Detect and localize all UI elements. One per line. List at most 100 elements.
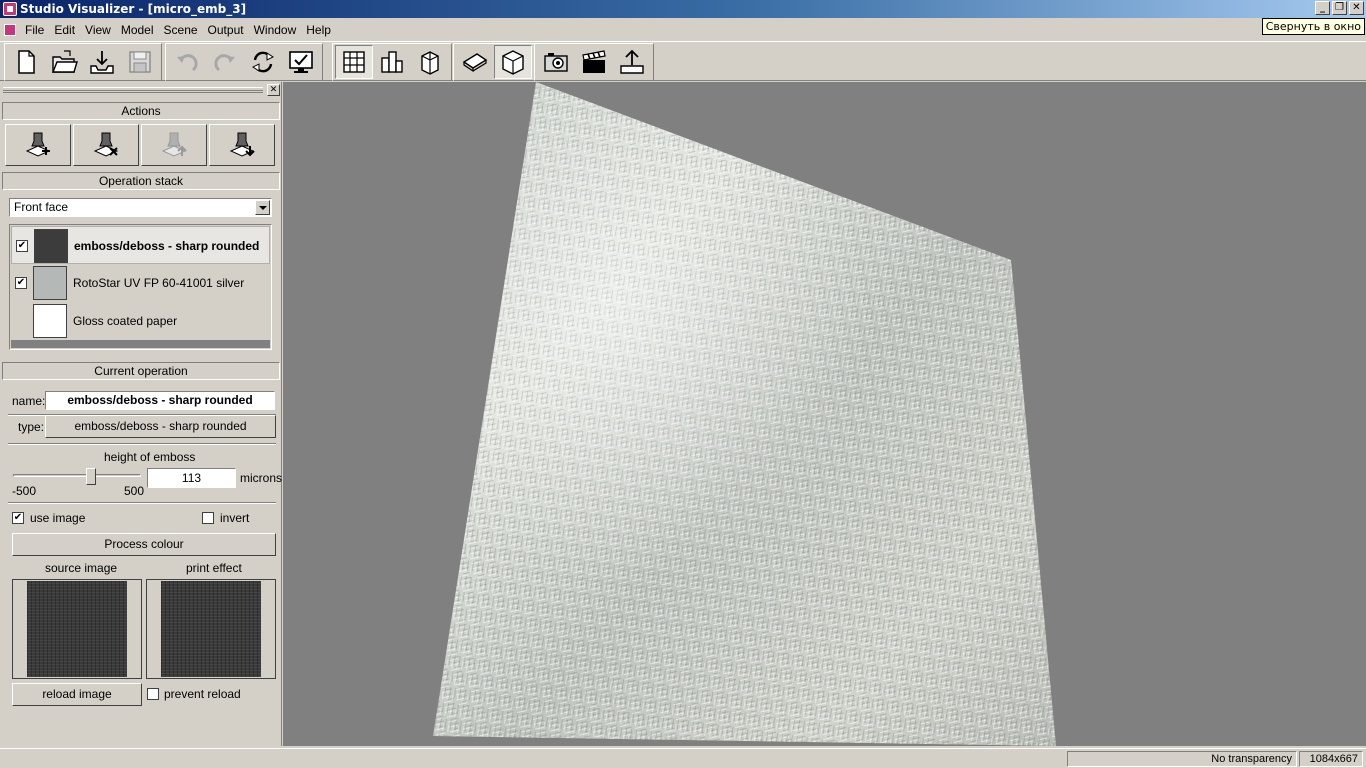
menu-edit[interactable]: Edit — [49, 23, 80, 37]
import-button[interactable] — [83, 45, 121, 79]
name-label: name: — [12, 394, 46, 408]
stack-item-paper[interactable]: Gloss coated paper — [11, 302, 270, 340]
close-button[interactable]: ✕ — [1349, 1, 1364, 15]
new-file-button[interactable] — [7, 45, 45, 79]
menu-scene[interactable]: Scene — [159, 23, 203, 37]
prevent-reload-checkbox[interactable] — [147, 688, 159, 700]
menu-file[interactable]: File — [20, 23, 49, 37]
file-toolbar-group — [4, 43, 162, 81]
operation-stack-header: Operation stack — [2, 172, 280, 190]
height-slider-track[interactable] — [13, 474, 141, 477]
3d-viewport[interactable] — [283, 82, 1366, 746]
import-icon — [90, 51, 114, 74]
use-image-checkbox[interactable]: ✔ — [12, 512, 24, 524]
camera-button[interactable] — [537, 45, 575, 79]
add-operation-button[interactable] — [5, 124, 71, 166]
print-effect-label: print effect — [186, 561, 242, 575]
stack-item-checkbox[interactable]: ✔ — [16, 240, 28, 252]
title-bar[interactable]: Studio Visualizer - [micro_emb_3] _ ❐ ✕ — [0, 0, 1366, 18]
grid-view-icon — [343, 51, 365, 73]
export-button[interactable] — [613, 45, 651, 79]
name-field[interactable]: emboss/deboss - sharp rounded — [45, 391, 275, 410]
menu-model[interactable]: Model — [116, 23, 159, 37]
slider-max-label: 500 — [124, 484, 145, 498]
flat-box-icon — [462, 53, 488, 73]
invert-checkbox[interactable] — [202, 512, 214, 524]
prevent-reload-label: prevent reload — [164, 687, 241, 701]
new-file-icon — [18, 50, 35, 74]
box-view-icon — [421, 51, 439, 75]
tooltip: Свернуть в окно — [1261, 18, 1365, 35]
minimize-button[interactable]: _ — [1315, 1, 1330, 15]
bar-view-button[interactable] — [373, 45, 411, 79]
current-operation-header: Current operation — [2, 362, 280, 380]
view-toolbar-group — [332, 43, 452, 81]
move-down-operation-button[interactable] — [209, 124, 275, 166]
stack-list-footer — [11, 340, 270, 348]
menu-view[interactable]: View — [80, 23, 116, 37]
undo-icon — [177, 54, 198, 72]
stack-item-emboss[interactable]: ✔ emboss/deboss - sharp rounded — [11, 226, 270, 264]
remove-operation-icon — [93, 132, 119, 157]
save-button[interactable] — [121, 45, 159, 79]
divider — [8, 443, 276, 445]
output-toolbar-group — [534, 43, 654, 81]
stack-item-thumbnail — [33, 266, 67, 300]
redo-button[interactable] — [206, 45, 244, 79]
slider-min-label: -500 — [12, 484, 37, 498]
face-select-value: Front face — [14, 200, 69, 214]
height-slider-thumb[interactable] — [86, 468, 97, 485]
face-select[interactable]: Front face — [9, 198, 272, 217]
chevron-down-icon[interactable] — [255, 200, 270, 215]
remove-operation-button[interactable] — [73, 124, 139, 166]
stack-item-rotostar[interactable]: ✔ RotoStar UV FP 60-41001 silver — [11, 264, 270, 302]
process-colour-button[interactable]: Process colour — [12, 533, 276, 556]
save-icon — [129, 51, 151, 73]
display-button[interactable] — [282, 45, 320, 79]
undo-button[interactable] — [168, 45, 206, 79]
menu-bar: File Edit View Model Scene Output Window… — [0, 19, 1366, 40]
type-label: type: — [18, 420, 45, 434]
cube-button[interactable] — [494, 45, 532, 79]
display-icon — [289, 51, 313, 73]
move-up-operation-button[interactable] — [141, 124, 207, 166]
clapper-icon — [582, 50, 606, 73]
toolbar — [0, 41, 1366, 81]
embossed-sheet-render — [433, 82, 1056, 746]
divider — [8, 502, 276, 504]
height-value-field[interactable]: 113 — [147, 468, 236, 488]
grid-view-button[interactable] — [335, 45, 373, 79]
export-icon — [620, 49, 644, 74]
reload-image-button[interactable]: reload image — [12, 683, 142, 706]
invert-label: invert — [220, 511, 250, 525]
stack-item-label: RotoStar UV FP 60-41001 silver — [73, 276, 245, 290]
menu-help[interactable]: Help — [301, 23, 336, 37]
actions-header: Actions — [2, 102, 280, 120]
stack-item-checkbox[interactable]: ✔ — [15, 277, 27, 289]
panel-close-button[interactable]: ✕ — [267, 84, 280, 96]
menu-output[interactable]: Output — [203, 23, 249, 37]
box-view-button[interactable] — [411, 45, 449, 79]
refresh-button[interactable] — [244, 45, 282, 79]
document-icon[interactable] — [4, 23, 16, 36]
menu-window[interactable]: Window — [249, 23, 302, 37]
flat-box-button[interactable] — [456, 45, 494, 79]
height-label: height of emboss — [104, 450, 196, 464]
status-bar: No transparency 1084x667 — [0, 748, 1366, 768]
open-folder-icon — [51, 50, 78, 73]
bar-view-icon — [381, 51, 403, 73]
app-icon[interactable] — [3, 2, 17, 16]
open-button[interactable] — [45, 45, 83, 79]
refresh-icon — [252, 51, 274, 73]
cube-icon — [502, 50, 524, 75]
clapper-button[interactable] — [575, 45, 613, 79]
type-button[interactable]: emboss/deboss - sharp rounded — [45, 415, 276, 438]
transparency-status: No transparency — [1067, 751, 1297, 767]
height-unit-label: microns — [240, 471, 283, 485]
window-title: Studio Visualizer - [micro_emb_3] — [20, 2, 247, 16]
shape-toolbar-group — [453, 43, 535, 81]
panel-grip[interactable] — [3, 87, 263, 93]
print-effect-preview — [146, 579, 276, 679]
restore-button[interactable]: ❐ — [1332, 1, 1347, 15]
use-image-label: use image — [30, 511, 86, 525]
